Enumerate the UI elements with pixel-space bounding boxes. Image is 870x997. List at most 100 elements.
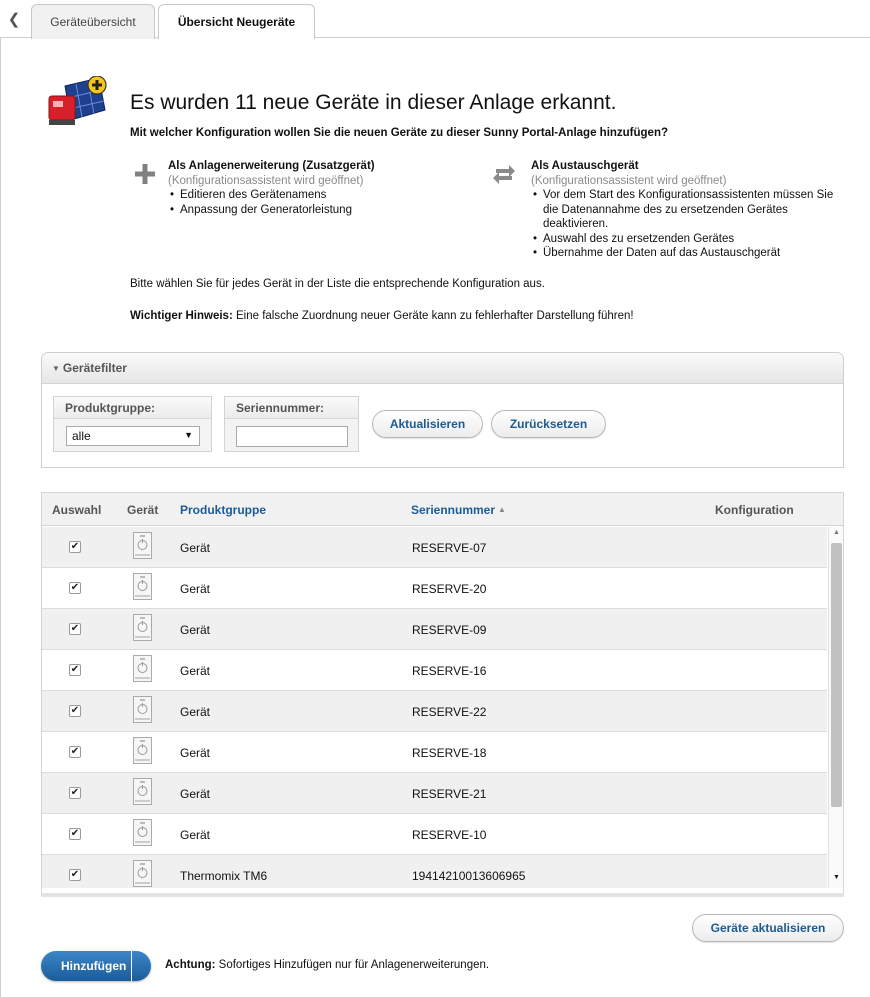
add-button[interactable]: Hinzufügen — [41, 951, 151, 981]
column-device: Gerät — [127, 502, 159, 517]
device-filter-panel: ▼ Gerätefilter Produktgruppe: alle ▼ Ser… — [41, 352, 844, 468]
option-replacement-title: Als Austauschgerät — [531, 160, 639, 172]
device-filter-toggle[interactable]: ▼ Gerätefilter — [42, 353, 843, 384]
row-product-group: Gerät — [180, 827, 211, 842]
device-icon — [133, 573, 152, 600]
row-serial: RESERVE-21 — [412, 786, 487, 801]
row-serial: RESERVE-09 — [412, 622, 487, 637]
table-header: Auswahl Gerät Produktgruppe Seriennummer… — [42, 493, 843, 526]
product-group-filter: Produktgruppe: alle ▼ — [53, 396, 212, 452]
page-subtitle: Mit welcher Konfiguration wollen Sie die… — [130, 127, 669, 139]
add-button-label: Hinzufügen — [61, 959, 127, 973]
update-devices-button[interactable]: Geräte aktualisieren — [692, 914, 844, 942]
device-icon — [133, 860, 152, 887]
back-arrow-icon[interactable]: ❮ — [0, 0, 28, 38]
instruction-text: Bitte wählen Sie für jedes Gerät in der … — [130, 278, 545, 290]
option-replacement: Als Austauschgerät (Konfigurationsassist… — [531, 159, 841, 261]
device-icon — [133, 614, 152, 641]
option-replacement-subtitle: (Konfigurationsassistent wird geöffnet) — [531, 174, 727, 187]
table-body: ✔ Gerät RESERVE-07 ✔ Gerät RESERVE-20 ✔ Gerät RE… — [42, 527, 827, 888]
column-selection: Auswahl — [52, 502, 102, 517]
device-filter-title: Gerätefilter — [62, 361, 127, 375]
row-checkbox[interactable]: ✔ — [69, 828, 81, 840]
device-icon — [133, 532, 152, 559]
left-border — [0, 38, 1, 997]
update-button[interactable]: Aktualisieren — [372, 410, 483, 438]
reset-button[interactable]: Zurücksetzen — [491, 410, 606, 438]
column-serial-label: Seriennummer — [411, 502, 496, 517]
row-checkbox[interactable]: ✔ — [69, 664, 81, 676]
row-product-group: Gerät — [180, 663, 211, 678]
plus-icon — [135, 164, 155, 184]
list-item: Übernahme der Daten auf das Austauschger… — [531, 246, 841, 261]
device-icon — [133, 778, 152, 805]
list-item: Auswahl des zu ersetzenden Gerätes — [531, 232, 841, 247]
serial-input[interactable] — [236, 426, 348, 447]
row-checkbox[interactable]: ✔ — [69, 869, 81, 881]
notice-body: Eine falsche Zuordnung neuer Geräte kann… — [232, 310, 634, 322]
tab-new-devices[interactable]: Übersicht Neugeräte — [158, 4, 315, 39]
scrollbar[interactable]: ▲ ▼ — [828, 527, 843, 888]
table-row[interactable]: ✔ Thermomix TM6 19414210013606965 — [42, 855, 827, 888]
row-checkbox[interactable]: ✔ — [69, 582, 81, 594]
option-extension: Als Anlagenerweiterung (Zusatzgerät) (Ko… — [168, 159, 468, 217]
product-group-select-value: alle — [72, 429, 91, 443]
serial-filter: Seriennummer: — [224, 396, 359, 452]
warning-text: Achtung: Sofortiges Hinzufügen nur für A… — [165, 959, 489, 971]
scroll-up-icon[interactable]: ▲ — [829, 529, 844, 539]
tab-device-overview[interactable]: Geräteübersicht — [31, 4, 155, 39]
row-serial: RESERVE-07 — [412, 540, 487, 555]
row-serial: 19414210013606965 — [412, 868, 526, 883]
row-product-group: Gerät — [180, 704, 211, 719]
button-divider — [131, 951, 132, 981]
row-product-group: Gerät — [180, 622, 211, 637]
row-serial: RESERVE-10 — [412, 827, 487, 842]
table-row[interactable]: ✔ Gerät RESERVE-22 — [42, 691, 827, 732]
scroll-down-icon[interactable]: ▼ — [829, 874, 844, 884]
row-serial: RESERVE-16 — [412, 663, 487, 678]
notice-label: Wichtiger Hinweis: — [130, 310, 233, 322]
device-icon — [133, 655, 152, 682]
inverter-add-icon — [48, 76, 107, 125]
swap-arrows-icon — [493, 165, 515, 184]
warning-body: Sofortiges Hinzufügen nur für Anlagenerw… — [215, 959, 490, 971]
table-row[interactable]: ✔ Gerät RESERVE-20 — [42, 568, 827, 609]
table-row[interactable]: ✔ Gerät RESERVE-10 — [42, 814, 827, 855]
row-product-group: Gerät — [180, 540, 211, 555]
devices-table: Auswahl Gerät Produktgruppe Seriennummer… — [41, 492, 844, 895]
row-product-group: Gerät — [180, 786, 211, 801]
column-product-group[interactable]: Produktgruppe — [180, 493, 266, 526]
device-icon — [133, 737, 152, 764]
device-icon — [133, 819, 152, 846]
table-row[interactable]: ✔ Gerät RESERVE-21 — [42, 773, 827, 814]
product-group-select[interactable]: alle ▼ — [66, 426, 200, 446]
dropdown-arrow-icon: ▼ — [184, 430, 193, 440]
row-product-group: Thermomix TM6 — [180, 868, 268, 883]
table-row[interactable]: ✔ Gerät RESERVE-18 — [42, 732, 827, 773]
warning-label: Achtung: — [165, 959, 216, 971]
column-serial[interactable]: Seriennummer ▲ — [411, 493, 506, 526]
row-product-group: Gerät — [180, 581, 211, 596]
row-checkbox[interactable]: ✔ — [69, 705, 81, 717]
list-item: Anpassung der Generatorleistung — [168, 203, 468, 218]
row-checkbox[interactable]: ✔ — [69, 787, 81, 799]
table-footer — [41, 893, 844, 897]
serial-label: Seriennummer: — [225, 397, 358, 419]
row-checkbox[interactable]: ✔ — [69, 746, 81, 758]
row-checkbox[interactable]: ✔ — [69, 541, 81, 553]
option-extension-title: Als Anlagenerweiterung (Zusatzgerät) — [168, 160, 375, 172]
table-row[interactable]: ✔ Gerät RESERVE-16 — [42, 650, 827, 691]
scrollbar-thumb[interactable] — [831, 543, 842, 807]
caret-down-icon: ▼ — [52, 363, 60, 373]
row-serial: RESERVE-20 — [412, 581, 487, 596]
table-row[interactable]: ✔ Gerät RESERVE-07 — [42, 527, 827, 568]
column-configuration: Konfiguration — [715, 502, 794, 517]
list-item: Editieren des Gerätenamens — [168, 188, 468, 203]
tab-bar: ❮ Geräteübersicht Übersicht Neugeräte — [0, 0, 870, 39]
row-checkbox[interactable]: ✔ — [69, 623, 81, 635]
notice-text: Wichtiger Hinweis: Eine falsche Zuordnun… — [130, 310, 634, 322]
list-item: Vor dem Start des Konfigurationsassisten… — [531, 188, 841, 232]
product-group-label: Produktgruppe: — [54, 397, 211, 419]
table-row[interactable]: ✔ Gerät RESERVE-09 — [42, 609, 827, 650]
page-title: Es wurden 11 neue Geräte in dieser Anlag… — [130, 91, 617, 114]
